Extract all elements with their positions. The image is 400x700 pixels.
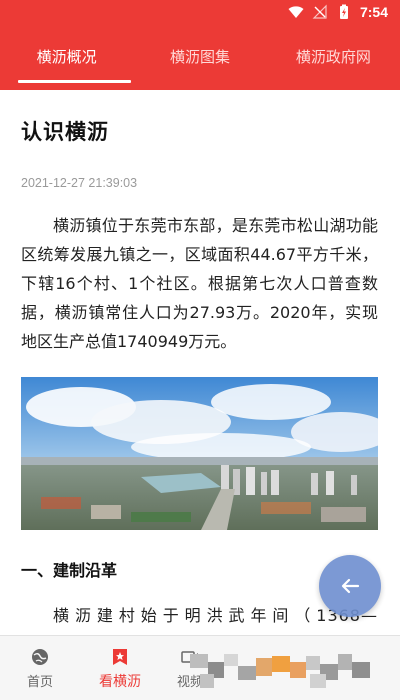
tab-label: 横沥概况	[36, 47, 97, 66]
tab-hengli-government[interactable]: 横沥政府网	[267, 27, 400, 90]
status-time: 7:54	[359, 4, 388, 20]
tab-hengli-gallery[interactable]: 横沥图集	[133, 27, 266, 90]
aerial-city-photo	[21, 377, 378, 530]
back-arrow-icon	[341, 578, 360, 594]
nav-label: 首页	[26, 675, 53, 690]
top-tab-bar: 横沥概况 横沥图集 横沥政府网	[0, 27, 400, 90]
nav-item-home[interactable]: 首页	[0, 636, 80, 700]
bookmark-star-icon	[113, 648, 127, 665]
nav-item-view-hengli[interactable]: 看横沥	[80, 636, 160, 700]
no-signal-icon	[312, 4, 327, 19]
tab-label: 横沥图集	[169, 47, 230, 66]
tab-label: 横沥政府网	[295, 47, 371, 66]
battery-charging-icon	[339, 4, 348, 19]
article-content[interactable]: 认识横沥 2021-12-27 21:39:03 横沥镇位于东莞市东部，是东莞市…	[0, 90, 400, 635]
status-icons: 7:54	[288, 4, 388, 20]
nav-label: 看横沥	[99, 673, 141, 690]
status-bar: 7:54	[0, 0, 400, 27]
wifi-icon	[288, 6, 304, 18]
article-intro-paragraph: 横沥镇位于东莞市东部，是东莞市松山湖功能区统筹发展九镇之一，区域面积44.67平…	[21, 216, 378, 351]
article-timestamp: 2021-12-27 21:39:03	[21, 176, 138, 190]
globe-icon	[32, 649, 48, 665]
section-paragraph: 横沥建村始于明洪武年间（1368—1398），因一条河横贯东西而得名。明清属	[53, 606, 378, 625]
pixelated-overlay	[190, 654, 370, 688]
article-title: 认识横沥	[21, 120, 109, 144]
bottom-nav: 首页 看横沥 视频	[0, 635, 400, 700]
back-fab-button[interactable]	[319, 555, 381, 617]
tab-hengli-overview[interactable]: 横沥概况	[0, 27, 133, 90]
